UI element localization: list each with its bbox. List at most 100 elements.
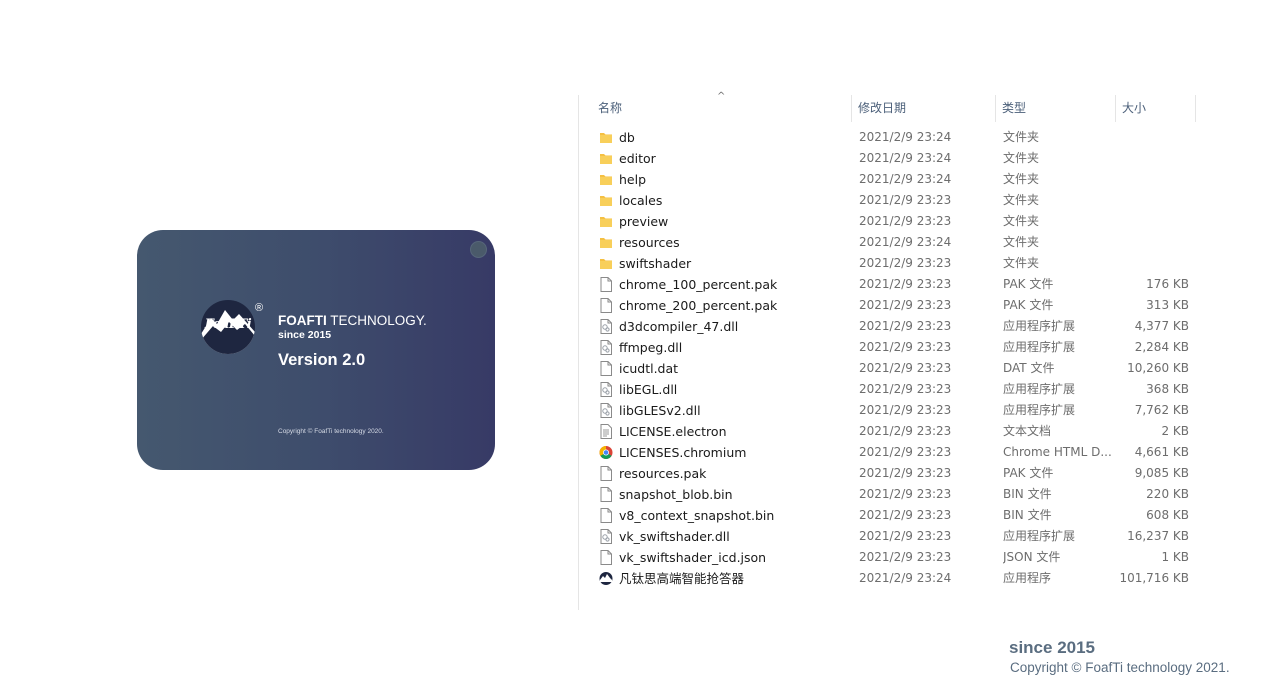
- file-type: PAK 文件: [1003, 466, 1054, 480]
- file-name: editor: [619, 151, 656, 166]
- file-modified-date: 2021/2/9 23:23: [859, 445, 952, 459]
- file-modified-date: 2021/2/9 23:23: [859, 361, 952, 375]
- file-row[interactable]: help 2021/2/9 23:24 文件夹: [579, 169, 1199, 190]
- file-name: swiftshader: [619, 256, 692, 271]
- file-row[interactable]: chrome_100_percent.pak 2021/2/9 23:23 PAK …: [579, 274, 1199, 295]
- chrome-icon: [599, 445, 613, 460]
- file-name: LICENSE.electron: [619, 424, 727, 439]
- file-row[interactable]: preview 2021/2/9 23:23 文件夹: [579, 211, 1199, 232]
- file-modified-date: 2021/2/9 23:23: [859, 256, 952, 270]
- file-size: 7,762 KB: [1134, 403, 1189, 417]
- file-type: 文本文档: [1003, 424, 1052, 438]
- column-header-row: 名称 修改日期 类型 大小: [579, 95, 1199, 122]
- text-file-icon: [599, 424, 613, 439]
- file-type: BIN 文件: [1003, 487, 1052, 501]
- file-name: chrome_200_percent.pak: [619, 298, 778, 313]
- brand-name: FOAFTI TECHNOLOGY.: [278, 313, 427, 328]
- file-name: libEGL.dll: [619, 382, 678, 397]
- brand-name-rest: TECHNOLOGY.: [326, 313, 427, 328]
- file-name: db: [619, 130, 635, 145]
- column-divider[interactable]: [1115, 95, 1116, 122]
- file-type: DAT 文件: [1003, 361, 1055, 375]
- folder-icon: [599, 256, 613, 271]
- file-row[interactable]: vk_swiftshader_icd.json 2021/2/9 23:23 JSO…: [579, 547, 1199, 568]
- file-row[interactable]: 凡钛思高端智能抢答器 2021/2/9 23:24 应用程序 101,716 KB: [579, 568, 1199, 589]
- file-size: 4,661 KB: [1134, 445, 1189, 459]
- file-name: vk_swiftshader.dll: [619, 529, 730, 544]
- column-divider[interactable]: [851, 95, 852, 122]
- footer-since: since 2015: [1009, 638, 1096, 657]
- file-row[interactable]: chrome_200_percent.pak 2021/2/9 23:23 PAK …: [579, 295, 1199, 316]
- column-header-type[interactable]: 类型: [997, 95, 1115, 122]
- folder-icon: [599, 130, 613, 145]
- file-type: PAK 文件: [1003, 298, 1054, 312]
- file-row[interactable]: db 2021/2/9 23:24 文件夹: [579, 127, 1199, 148]
- file-modified-date: 2021/2/9 23:24: [859, 571, 952, 585]
- file-name: d3dcompiler_47.dll: [619, 319, 739, 334]
- file-row[interactable]: LICENSE.electron 2021/2/9 23:23 文本文档 2 KB: [579, 421, 1199, 442]
- file-type: 应用程序扩展: [1003, 382, 1076, 396]
- file-row[interactable]: locales 2021/2/9 23:23 文件夹: [579, 190, 1199, 211]
- folder-icon: [599, 235, 613, 250]
- file-row[interactable]: v8_context_snapshot.bin 2021/2/9 23:23 BIN…: [579, 505, 1199, 526]
- column-header-date[interactable]: 修改日期: [853, 95, 995, 122]
- file-row[interactable]: resources 2021/2/9 23:24 文件夹: [579, 232, 1199, 253]
- file-type: 应用程序扩展: [1003, 340, 1076, 354]
- file-type: Chrome HTML D...: [1003, 445, 1112, 459]
- file-type: 应用程序扩展: [1003, 403, 1076, 417]
- foafti-logo: FoaFTi: [201, 300, 255, 354]
- logo-wordmark: FoaFTi: [204, 317, 252, 332]
- file-size: 2,284 KB: [1134, 340, 1189, 354]
- file-modified-date: 2021/2/9 23:23: [859, 403, 952, 417]
- file-icon: [599, 466, 613, 481]
- file-row[interactable]: snapshot_blob.bin 2021/2/9 23:23 BIN 文件 220…: [579, 484, 1199, 505]
- file-row[interactable]: libGLESv2.dll 2021/2/9 23:23 应用程序扩展 7,762 K…: [579, 400, 1199, 421]
- file-name: v8_context_snapshot.bin: [619, 508, 775, 523]
- file-row[interactable]: editor 2021/2/9 23:24 文件夹: [579, 148, 1199, 169]
- file-size: 4,377 KB: [1134, 319, 1189, 333]
- file-size: 220 KB: [1146, 487, 1189, 501]
- file-name: snapshot_blob.bin: [619, 487, 733, 502]
- file-size: 101,716 KB: [1119, 571, 1189, 585]
- file-type: 文件夹: [1003, 256, 1040, 270]
- brand-name-bold: FOAFTI: [278, 313, 327, 328]
- file-type: 文件夹: [1003, 214, 1040, 228]
- column-divider[interactable]: [1195, 95, 1196, 122]
- file-row[interactable]: ffmpeg.dll 2021/2/9 23:23 应用程序扩展 2,284 KB: [579, 337, 1199, 358]
- file-type: 文件夹: [1003, 151, 1040, 165]
- file-type: PAK 文件: [1003, 277, 1054, 291]
- file-row[interactable]: icudtl.dat 2021/2/9 23:23 DAT 文件 10,260 KB: [579, 358, 1199, 379]
- file-type: 文件夹: [1003, 130, 1040, 144]
- folder-icon: [599, 193, 613, 208]
- file-icon: [599, 298, 613, 313]
- column-header-name[interactable]: 名称: [593, 95, 851, 122]
- splash-version: Version 2.0: [278, 351, 366, 369]
- file-row[interactable]: LICENSES.chromium 2021/2/9 23:23 Chrome HT…: [579, 442, 1199, 463]
- file-modified-date: 2021/2/9 23:23: [859, 298, 952, 312]
- file-type: 文件夹: [1003, 193, 1040, 207]
- file-name: help: [619, 172, 647, 187]
- close-icon[interactable]: [470, 241, 487, 258]
- file-modified-date: 2021/2/9 23:23: [859, 382, 952, 396]
- file-size: 176 KB: [1146, 277, 1189, 291]
- file-modified-date: 2021/2/9 23:23: [859, 466, 952, 480]
- registered-mark: ®: [255, 302, 264, 314]
- file-row[interactable]: resources.pak 2021/2/9 23:23 PAK 文件 9,085 K…: [579, 463, 1199, 484]
- column-divider[interactable]: [995, 95, 996, 122]
- file-modified-date: 2021/2/9 23:24: [859, 172, 952, 186]
- folder-icon: [599, 214, 613, 229]
- file-modified-date: 2021/2/9 23:23: [859, 277, 952, 291]
- file-row[interactable]: d3dcompiler_47.dll 2021/2/9 23:23 应用程序扩展 4,…: [579, 316, 1199, 337]
- file-name: preview: [619, 214, 669, 229]
- file-modified-date: 2021/2/9 23:23: [859, 340, 952, 354]
- column-header-size[interactable]: 大小: [1117, 95, 1195, 122]
- file-size: 1 KB: [1161, 550, 1189, 564]
- file-icon: [599, 508, 613, 523]
- app-icon: [599, 571, 613, 586]
- file-row[interactable]: libEGL.dll 2021/2/9 23:23 应用程序扩展 368 KB: [579, 379, 1199, 400]
- file-row[interactable]: swiftshader 2021/2/9 23:23 文件夹: [579, 253, 1199, 274]
- file-modified-date: 2021/2/9 23:23: [859, 550, 952, 564]
- file-row[interactable]: vk_swiftshader.dll 2021/2/9 23:23 应用程序扩展 16…: [579, 526, 1199, 547]
- file-modified-date: 2021/2/9 23:23: [859, 529, 952, 543]
- splash-copyright: Copyright © FoafTi technology 2020.: [278, 428, 384, 435]
